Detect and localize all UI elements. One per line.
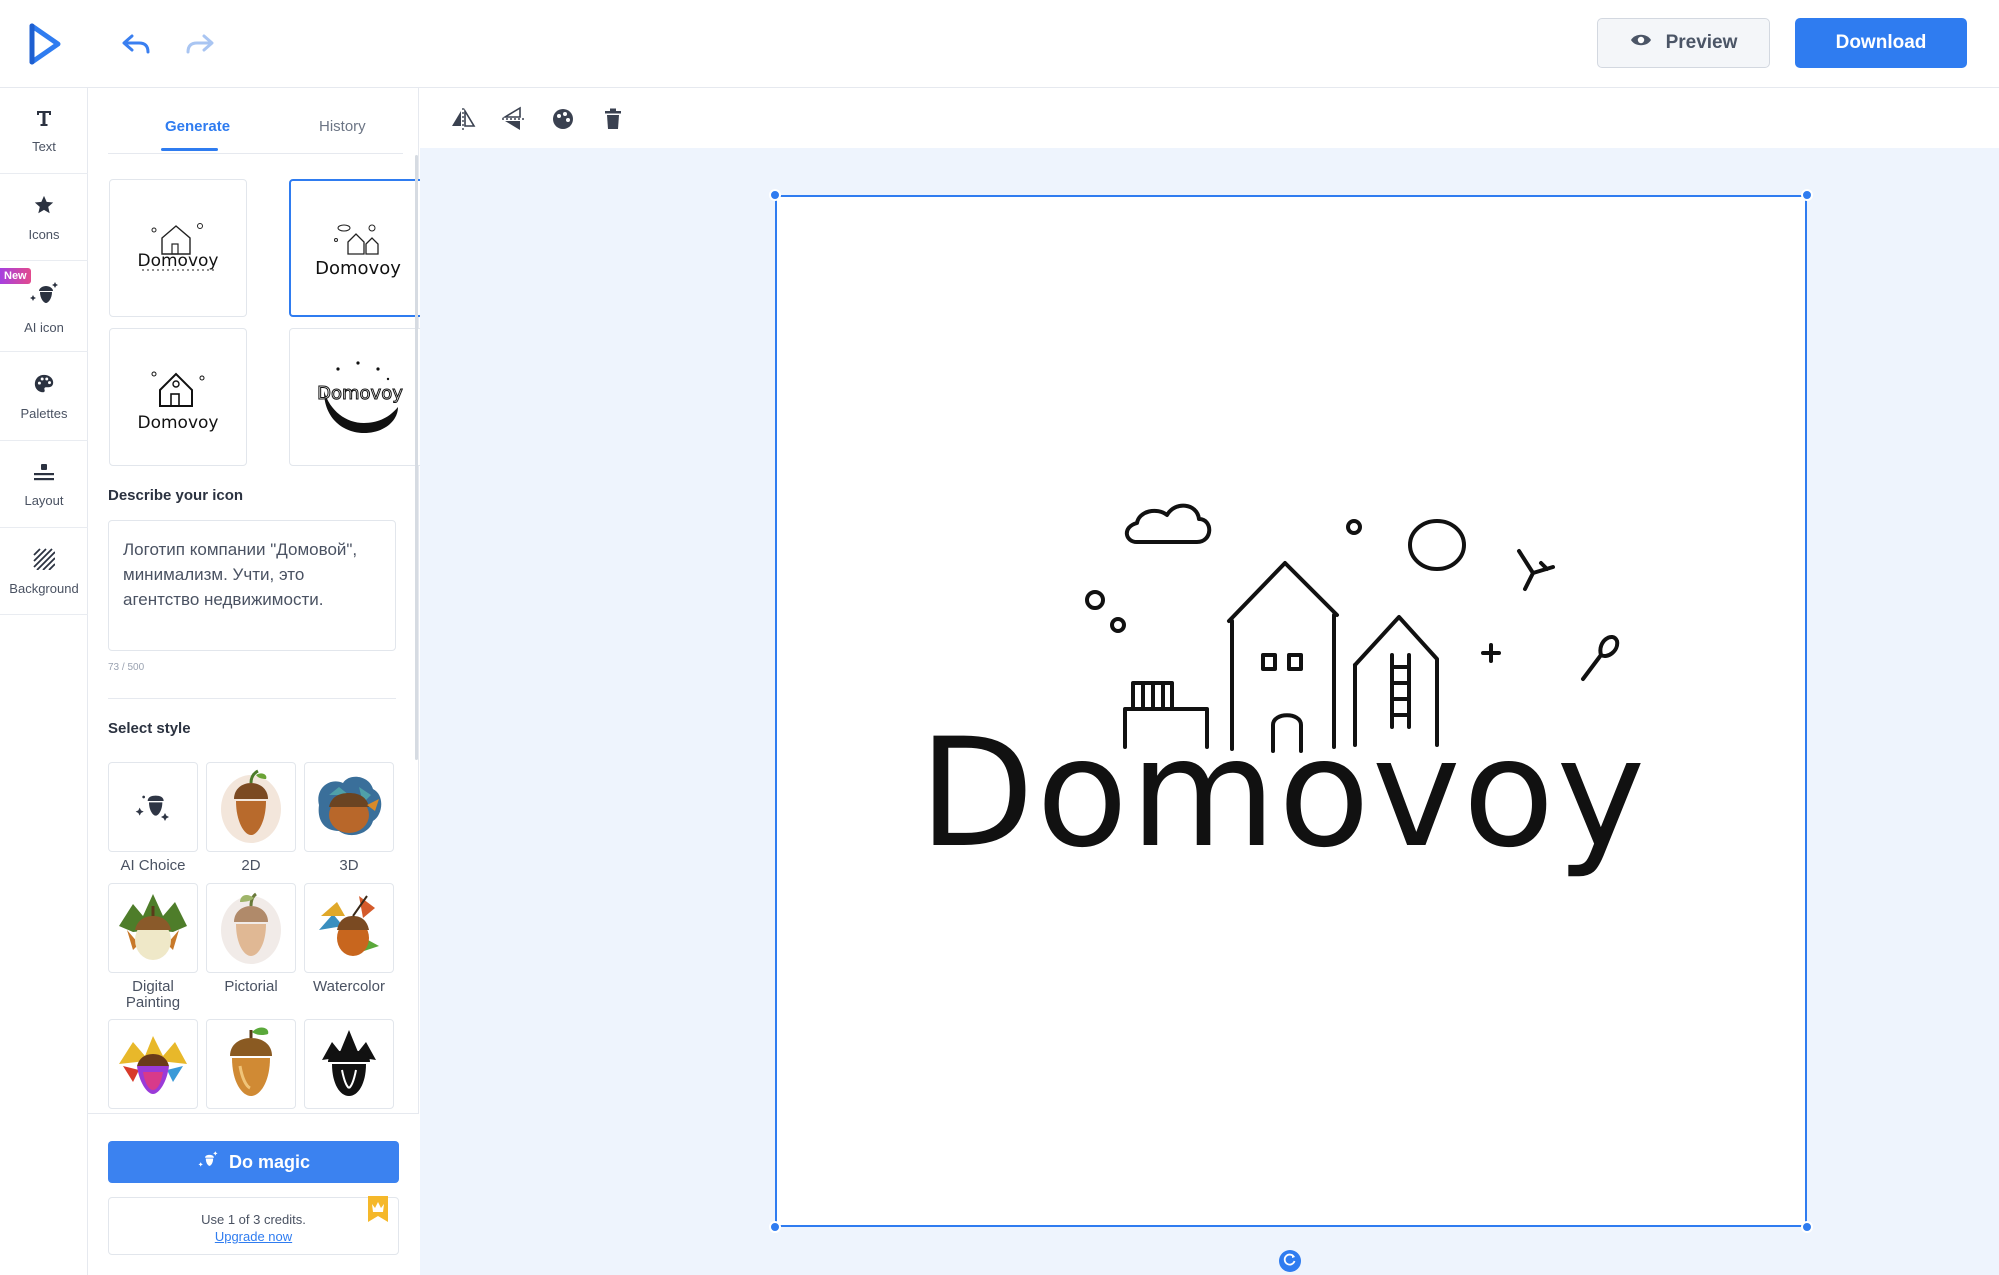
- acorn-digital-painting-icon: [113, 886, 193, 971]
- thumb-logo-text: Domovoy: [317, 383, 403, 404]
- rail-item-palettes[interactable]: Palettes: [0, 353, 88, 441]
- style-3d[interactable]: [304, 762, 394, 852]
- artboard[interactable]: Domovoy: [775, 195, 1807, 1227]
- left-tool-rail: Text Icons New AI icon Palettes Layout B…: [0, 88, 88, 1275]
- describe-title: Describe your icon: [108, 487, 244, 504]
- style-label: Digital Painting: [125, 978, 181, 1011]
- layout-icon: [32, 462, 56, 487]
- style-label: 2D: [241, 857, 261, 874]
- acorn-colorful-icon: [113, 1022, 193, 1107]
- style-ai-choice[interactable]: [108, 762, 198, 852]
- eye-icon: [1630, 32, 1652, 54]
- magic-acorn-icon: [197, 1149, 219, 1176]
- redo-icon[interactable]: [184, 28, 216, 60]
- play-triangle-logo-icon[interactable]: [26, 22, 62, 66]
- do-magic-button[interactable]: Do magic: [108, 1141, 399, 1183]
- style-label: Watercolor: [313, 978, 385, 995]
- generated-result-3[interactable]: Domovoy: [109, 328, 247, 466]
- ai-acorn-icon: [29, 279, 59, 314]
- rotate-icon: [1283, 1252, 1297, 1271]
- style-digital-painting[interactable]: [108, 883, 198, 973]
- style-option-8[interactable]: [206, 1019, 296, 1109]
- ai-icon-panel: Generate History Domovoy Domovoy Domovoy…: [88, 88, 427, 1275]
- generated-result-4[interactable]: Domovoy: [289, 328, 427, 466]
- rotate-handle[interactable]: [1279, 1250, 1301, 1272]
- background-hatch-icon: [33, 547, 56, 575]
- char-counter: 73 / 500: [108, 662, 145, 673]
- do-magic-label: Do magic: [228, 1151, 311, 1172]
- acorn-watercolor-icon: [309, 886, 389, 971]
- thumb-logo-text: Domovoy: [138, 413, 219, 433]
- tab-history[interactable]: History: [319, 118, 366, 135]
- new-badge: New: [0, 268, 31, 284]
- undo-icon[interactable]: [120, 28, 152, 60]
- rail-item-layout[interactable]: Layout: [0, 442, 88, 528]
- text-icon: [34, 108, 54, 133]
- thumb-logo-text: Domovoy: [138, 251, 219, 271]
- style-option-7[interactable]: [108, 1019, 198, 1109]
- style-title: Select style: [108, 720, 191, 737]
- upgrade-link[interactable]: Upgrade now: [215, 1229, 292, 1244]
- resize-handle-top-left[interactable]: [769, 189, 781, 201]
- active-tab-indicator: [161, 148, 218, 151]
- style-2d[interactable]: [206, 762, 296, 852]
- panel-scrollbar[interactable]: [415, 155, 418, 760]
- canvas-logo-text: Domovoy: [919, 707, 1647, 881]
- style-label: AI Choice: [120, 857, 186, 874]
- trash-icon[interactable]: [600, 106, 626, 132]
- tabs-divider: [108, 153, 403, 154]
- panel-actions: Do magic Use 1 of 3 credits. Upgrade now: [88, 1113, 419, 1275]
- acorn-cartoon-icon: [216, 1022, 286, 1107]
- logo-artwork[interactable]: Domovoy: [777, 197, 1805, 1225]
- acorn-3d-icon: [309, 765, 389, 850]
- canvas-toolbar: [420, 88, 1999, 148]
- download-button[interactable]: Download: [1795, 18, 1967, 68]
- star-icon: [33, 194, 55, 221]
- resize-handle-bottom-right[interactable]: [1801, 1221, 1813, 1233]
- ai-acorn-icon: [133, 785, 173, 830]
- acorn-pictorial-icon: [216, 886, 286, 971]
- tab-generate[interactable]: Generate: [165, 118, 230, 135]
- description-textarea[interactable]: Логотип компании "Домовой", минимализм. …: [108, 520, 396, 651]
- palette-icon: [33, 373, 55, 400]
- rail-item-label: Text: [32, 138, 56, 154]
- top-bar: Preview Download: [0, 0, 1999, 88]
- generated-result-1[interactable]: Domovoy: [109, 179, 247, 317]
- style-label: Pictorial: [224, 978, 278, 995]
- style-option-9[interactable]: [304, 1019, 394, 1109]
- flip-horizontal-icon[interactable]: [450, 106, 476, 132]
- acorn-2d-icon: [216, 765, 286, 850]
- style-watercolor[interactable]: [304, 883, 394, 973]
- preview-button[interactable]: Preview: [1597, 18, 1770, 68]
- style-label: 3D: [339, 857, 359, 874]
- color-fill-icon[interactable]: [550, 106, 576, 132]
- rail-item-label: Layout: [24, 492, 64, 508]
- preview-label: Preview: [1665, 32, 1738, 53]
- rail-item-background[interactable]: Background: [0, 529, 88, 615]
- style-pictorial[interactable]: [206, 883, 296, 973]
- credits-text: Use 1 of 3 credits.: [201, 1212, 306, 1227]
- rail-item-label: Icons: [28, 226, 60, 242]
- flip-vertical-icon[interactable]: [500, 106, 526, 132]
- rail-item-text[interactable]: Text: [0, 88, 88, 174]
- rail-item-label: Palettes: [20, 405, 68, 421]
- generated-result-2[interactable]: Domovoy: [289, 179, 427, 317]
- section-divider: [108, 698, 396, 699]
- crown-bookmark-icon: [368, 1196, 388, 1222]
- rail-item-icons[interactable]: Icons: [0, 175, 88, 261]
- credits-box: Use 1 of 3 credits. Upgrade now: [108, 1196, 399, 1255]
- resize-handle-bottom-left[interactable]: [769, 1221, 781, 1233]
- rail-item-ai-icon[interactable]: New AI icon: [0, 262, 88, 352]
- rail-item-label: Background: [9, 580, 79, 596]
- acorn-silhouette-icon: [314, 1022, 384, 1107]
- resize-handle-top-right[interactable]: [1801, 189, 1813, 201]
- rail-item-label: AI icon: [24, 319, 64, 335]
- panel-tabs: Generate History: [108, 88, 403, 154]
- thumb-logo-text: Domovoy: [315, 258, 401, 279]
